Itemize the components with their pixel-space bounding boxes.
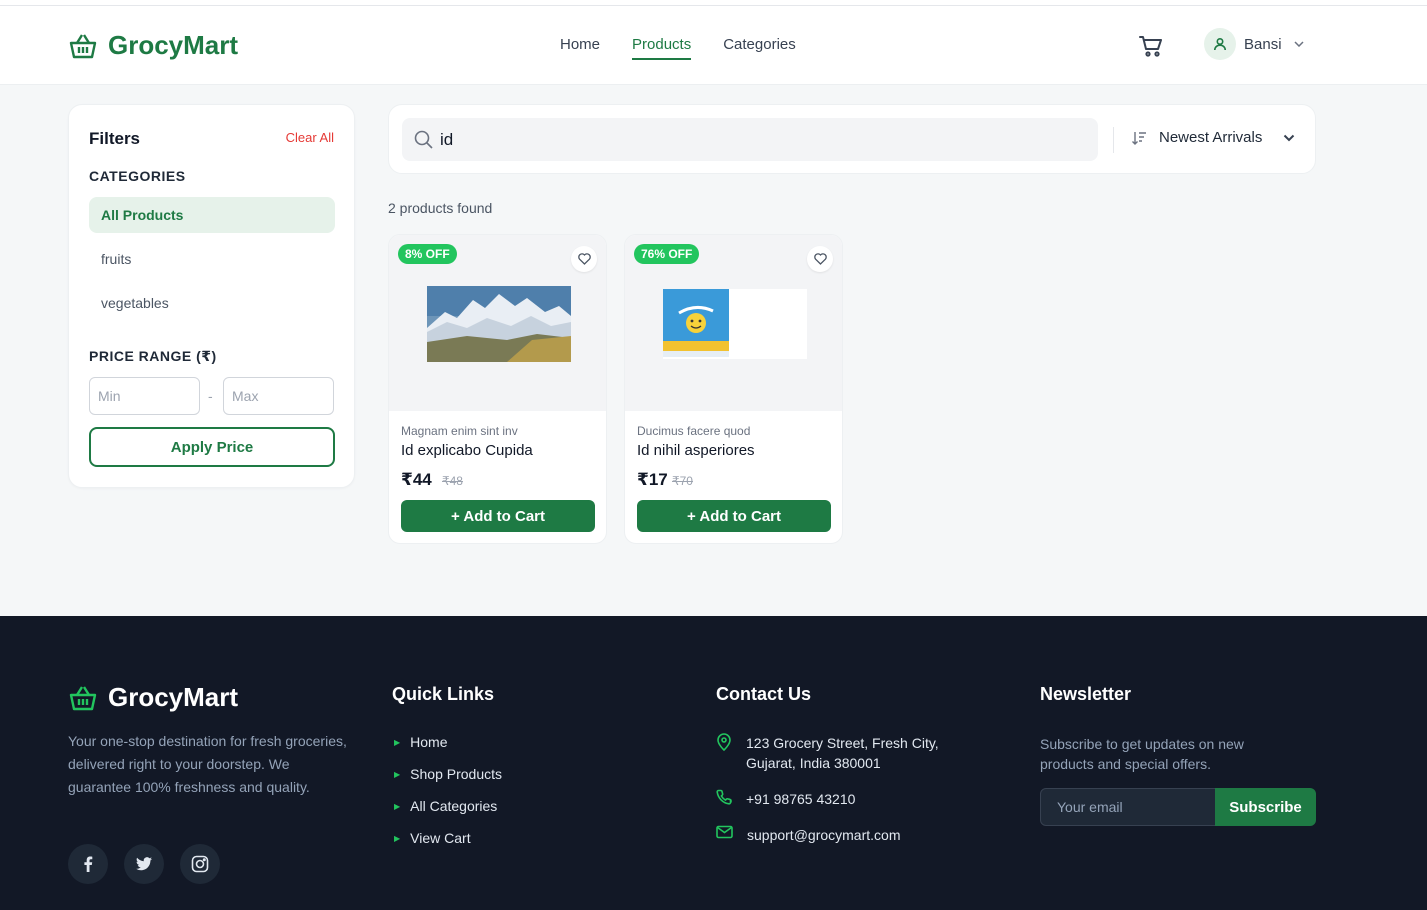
category-fruits[interactable]: fruits: [89, 241, 335, 277]
instagram-icon[interactable]: [180, 844, 220, 884]
apply-price-button[interactable]: Apply Price: [89, 427, 335, 467]
site-header: GrocyMart Home Products Categories Bansi: [0, 6, 1427, 85]
user-name: Bansi: [1244, 35, 1282, 53]
brand-name: GrocyMart: [108, 30, 239, 60]
site-footer: GrocyMart Your one-stop destination for …: [0, 616, 1427, 910]
product-name[interactable]: Id explicabo Cupida: [401, 442, 533, 459]
address-line-2: Gujarat, India 380001: [746, 755, 881, 771]
filters-panel: Filters Clear All CATEGORIES All Product…: [68, 104, 355, 488]
cart-icon[interactable]: [1138, 34, 1164, 58]
user-icon: [1204, 28, 1236, 60]
subscribe-button[interactable]: Subscribe: [1215, 788, 1316, 826]
product-name[interactable]: Id nihil asperiores: [637, 442, 755, 459]
basket-icon: [69, 685, 97, 710]
product-image: [663, 289, 807, 359]
footer-brand[interactable]: GrocyMart: [68, 682, 238, 713]
footer-link-view-cart[interactable]: ▶ View Cart: [394, 830, 471, 846]
filters-title: Filters: [89, 129, 141, 148]
product-old-price: ₹48: [442, 474, 463, 488]
footer-link-home[interactable]: ▶ Home: [394, 734, 448, 750]
footer-link-all-categories[interactable]: ▶ All Categories: [394, 798, 497, 814]
min-price-input[interactable]: [89, 377, 200, 415]
newsletter-email-input[interactable]: [1040, 788, 1216, 826]
chevron-right-icon: ▶: [394, 833, 401, 843]
contact-email[interactable]: support@grocymart.com: [716, 825, 900, 845]
facebook-icon[interactable]: [68, 844, 108, 884]
clear-all-button[interactable]: Clear All: [286, 130, 334, 145]
newsletter-text: Subscribe to get updates on new products…: [1040, 736, 1244, 772]
nav-products[interactable]: Products: [632, 36, 692, 60]
price-range-heading: PRICE RANGE (₹): [89, 348, 217, 364]
product-price: ₹17: [637, 470, 668, 489]
chevron-right-icon: ▶: [394, 801, 401, 811]
quick-links-heading: Quick Links: [392, 684, 495, 704]
chevron-right-icon: ▶: [394, 737, 401, 747]
add-to-cart-button[interactable]: + Add to Cart: [401, 500, 595, 532]
link-label: Home: [410, 734, 448, 750]
search-input[interactable]: [440, 118, 1080, 161]
chevron-right-icon: ▶: [394, 769, 401, 779]
heart-icon[interactable]: [571, 246, 597, 272]
product-card[interactable]: 8% OFF Magnam enim sint inv Id explicabo…: [388, 234, 607, 544]
results-count: 2 products found: [388, 200, 493, 216]
user-menu[interactable]: Bansi: [1204, 28, 1304, 60]
link-label: Shop Products: [410, 766, 502, 782]
search-icon: [414, 130, 433, 149]
category-vegetables[interactable]: vegetables: [89, 285, 335, 321]
brand-logo[interactable]: GrocyMart: [68, 30, 238, 61]
contact-address: 123 Grocery Street, Fresh City, Gujarat, …: [716, 733, 939, 773]
link-label: All Categories: [410, 798, 498, 814]
newsletter-heading: Newsletter: [1040, 684, 1132, 704]
discount-badge: 8% OFF: [398, 244, 457, 264]
footer-brand-name: GrocyMart: [108, 682, 239, 712]
map-pin-icon: [717, 733, 731, 751]
basket-icon: [69, 33, 97, 58]
twitter-icon[interactable]: [124, 844, 164, 884]
address-line-1: 123 Grocery Street, Fresh City,: [746, 735, 939, 751]
price-separator: -: [208, 388, 213, 404]
product-price: ₹44: [401, 470, 432, 489]
product-old-price: ₹70: [672, 474, 693, 488]
discount-badge: 76% OFF: [634, 244, 700, 264]
product-category: Magnam enim sint inv: [401, 424, 518, 438]
sort-icon: [1132, 131, 1146, 145]
contact-phone[interactable]: +91 98765 43210: [716, 789, 855, 809]
sort-select[interactable]: Newest Arrivals: [1131, 129, 1295, 146]
heart-icon[interactable]: [807, 246, 833, 272]
contact-heading: Contact Us: [716, 684, 812, 704]
sort-label: Newest Arrivals: [1159, 129, 1263, 146]
phone-icon: [716, 789, 732, 805]
categories-heading: CATEGORIES: [89, 168, 186, 184]
chevron-down-icon: [1294, 41, 1304, 47]
chevron-down-icon: [1283, 134, 1295, 141]
search-sort-bar: Newest Arrivals: [388, 104, 1316, 174]
max-price-input[interactable]: [223, 377, 334, 415]
product-card[interactable]: 76% OFF Ducimus facere quod Id nihil asp…: [624, 234, 843, 544]
mail-icon: [716, 825, 733, 839]
product-category: Ducimus facere quod: [637, 424, 751, 438]
search-field: [402, 118, 1098, 161]
nav-home[interactable]: Home: [560, 36, 600, 60]
footer-link-shop-products[interactable]: ▶ Shop Products: [394, 766, 502, 782]
main-nav: Home Products Categories: [560, 36, 796, 60]
email-address: support@grocymart.com: [747, 827, 901, 843]
category-all-products[interactable]: All Products: [89, 197, 335, 233]
add-to-cart-button[interactable]: + Add to Cart: [637, 500, 831, 532]
phone-number: +91 98765 43210: [746, 791, 856, 807]
footer-description: Your one-stop destination for fresh groc…: [68, 733, 347, 795]
product-image: [427, 286, 571, 362]
divider: [1113, 127, 1114, 153]
link-label: View Cart: [410, 830, 471, 846]
nav-categories[interactable]: Categories: [723, 36, 796, 60]
